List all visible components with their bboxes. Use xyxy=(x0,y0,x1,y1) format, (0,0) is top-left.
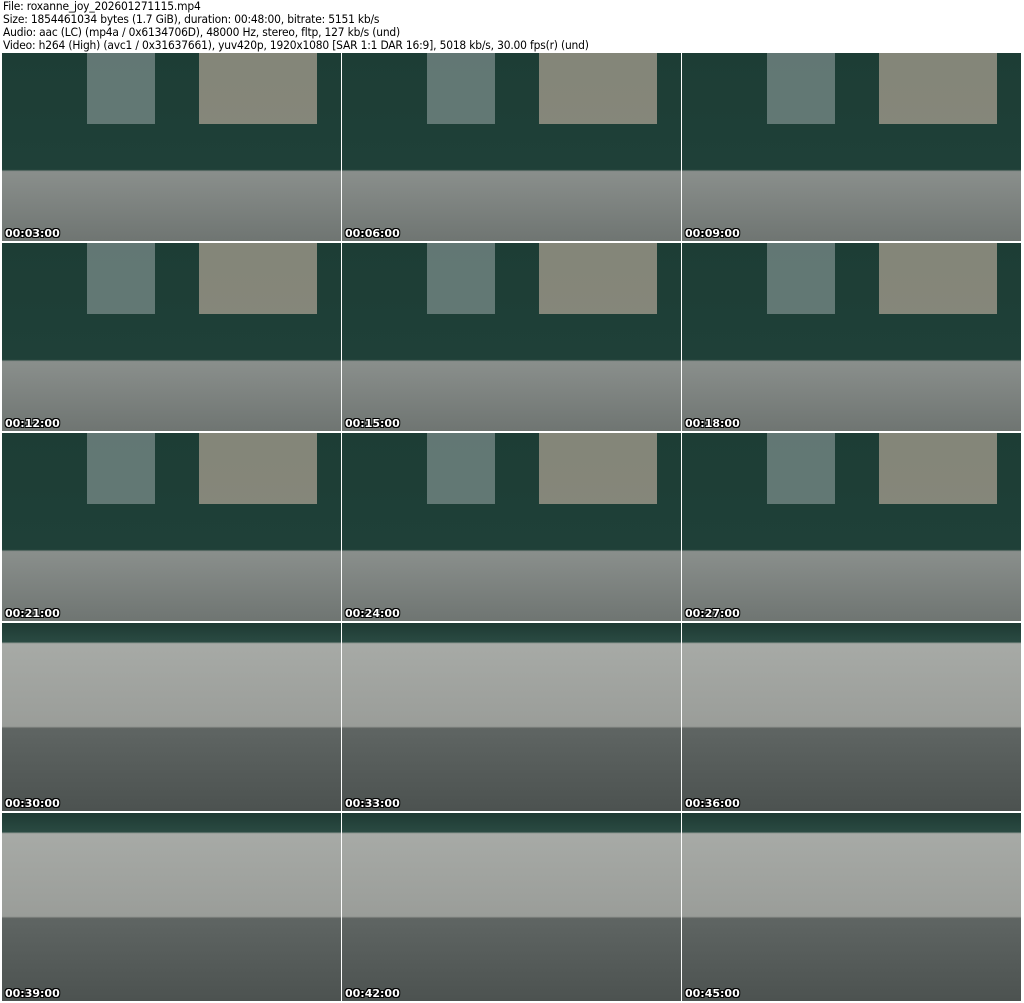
video-thumbnail: 00:09:00 xyxy=(682,53,1021,241)
video-thumbnail: 00:06:00 xyxy=(342,53,681,241)
file-info-header: File: roxanne_joy_202601271115.mp4 Size:… xyxy=(3,0,589,52)
thumbnail-timestamp: 00:21:00 xyxy=(5,607,60,620)
thumbnail-timestamp: 00:42:00 xyxy=(345,987,400,1000)
video-thumbnail: 00:15:00 xyxy=(342,243,681,431)
video-thumbnail: 00:12:00 xyxy=(2,243,341,431)
thumbnail-timestamp: 00:24:00 xyxy=(345,607,400,620)
video-thumbnail: 00:18:00 xyxy=(682,243,1021,431)
thumbnail-timestamp: 00:39:00 xyxy=(5,987,60,1000)
thumbnail-timestamp: 00:12:00 xyxy=(5,417,60,430)
thumbnail-timestamp: 00:33:00 xyxy=(345,797,400,810)
video-info: Video: h264 (High) (avc1 / 0x31637661), … xyxy=(3,38,589,52)
thumbnail-timestamp: 00:27:00 xyxy=(685,607,740,620)
video-thumbnail: 00:24:00 xyxy=(342,433,681,621)
thumbnail-timestamp: 00:45:00 xyxy=(685,987,740,1000)
thumbnail-timestamp: 00:09:00 xyxy=(685,227,740,240)
thumbnail-timestamp: 00:18:00 xyxy=(685,417,740,430)
video-thumbnail: 00:30:00 xyxy=(2,623,341,811)
video-thumbnail: 00:27:00 xyxy=(682,433,1021,621)
thumbnail-timestamp: 00:36:00 xyxy=(685,797,740,810)
thumbnail-timestamp: 00:06:00 xyxy=(345,227,400,240)
video-thumbnail: 00:36:00 xyxy=(682,623,1021,811)
thumbnail-timestamp: 00:30:00 xyxy=(5,797,60,810)
video-thumbnail: 00:39:00 xyxy=(2,813,341,1001)
video-thumbnail: 00:21:00 xyxy=(2,433,341,621)
video-thumbnail: 00:03:00 xyxy=(2,53,341,241)
video-thumbnail: 00:33:00 xyxy=(342,623,681,811)
thumbnail-timestamp: 00:03:00 xyxy=(5,227,60,240)
video-thumbnail: 00:42:00 xyxy=(342,813,681,1001)
thumbnail-grid: 00:03:00 00:06:00 00:09:00 00:12:00 00:15:00… xyxy=(2,53,1021,1001)
video-thumbnail: 00:45:00 xyxy=(682,813,1021,1001)
thumbnail-timestamp: 00:15:00 xyxy=(345,417,400,430)
